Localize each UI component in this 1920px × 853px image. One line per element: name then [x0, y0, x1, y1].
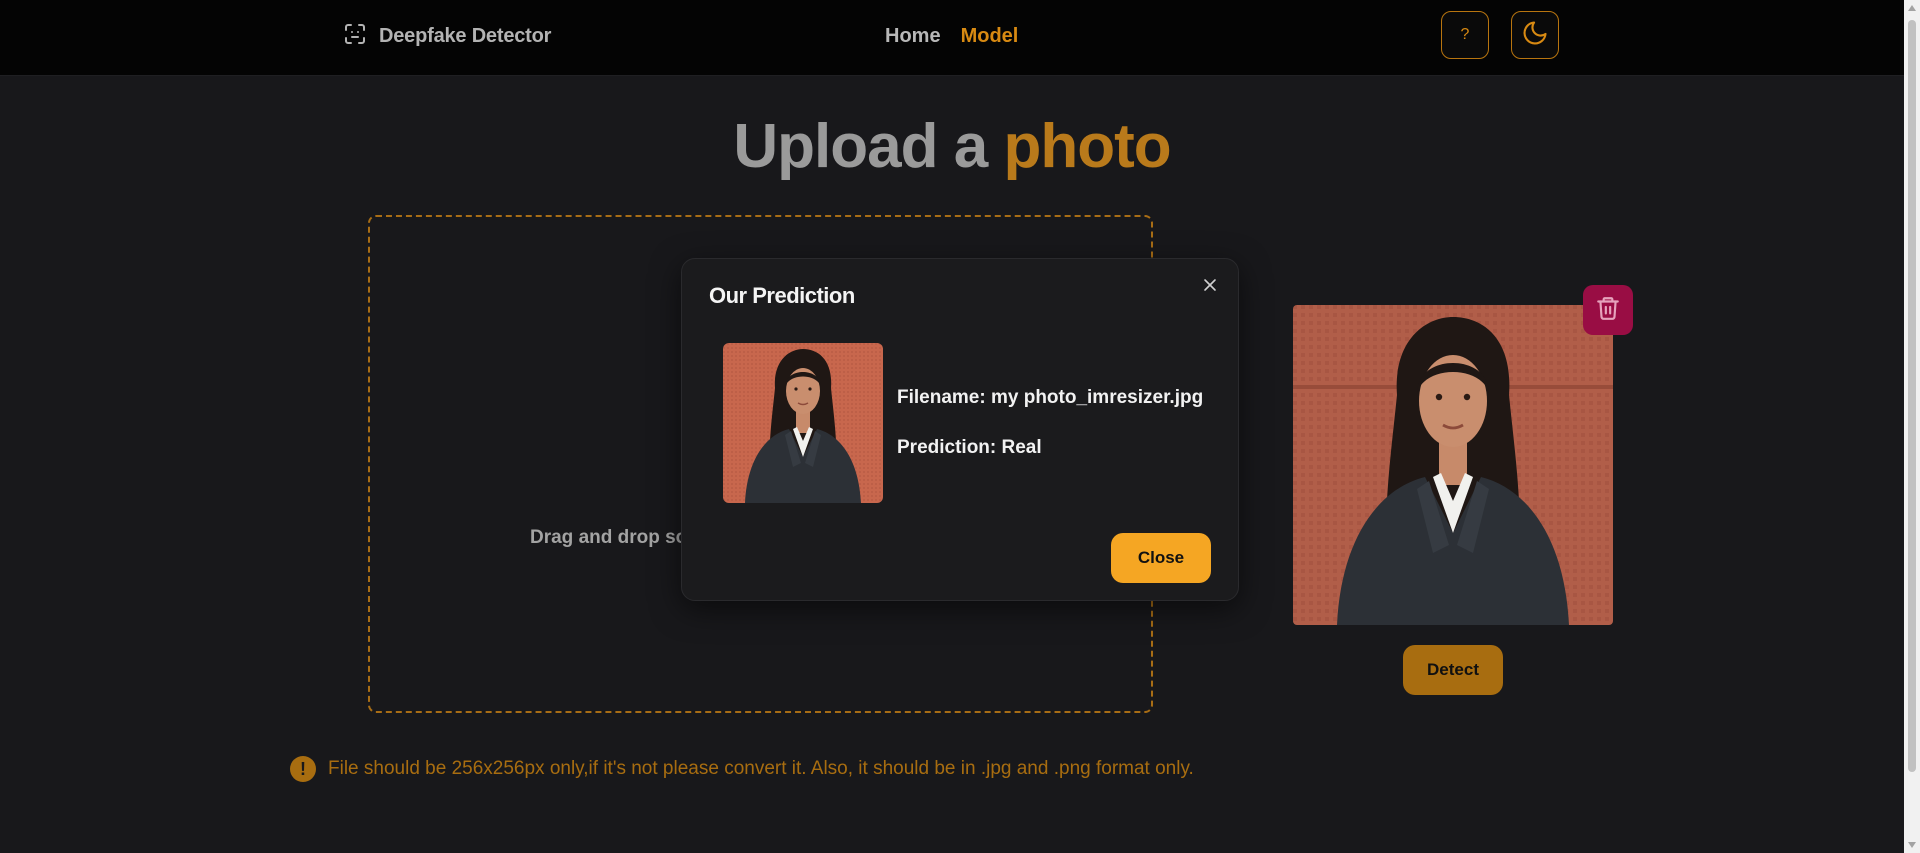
dropzone-text: Drag and drop so: [530, 527, 688, 548]
close-icon[interactable]: [1198, 273, 1222, 297]
scroll-down-arrow-icon[interactable]: [1908, 842, 1916, 848]
page-title-part1: Upload a: [733, 112, 988, 181]
theme-toggle-button[interactable]: [1511, 11, 1559, 59]
modal-close-button[interactable]: Close: [1111, 533, 1211, 583]
nav-link-home[interactable]: Home: [885, 25, 941, 48]
prediction-filename: Filename: my photo_imresizer.jpg: [897, 387, 1204, 408]
help-button[interactable]: ?: [1441, 11, 1489, 59]
uploaded-photo-preview: [1293, 305, 1613, 625]
prediction-modal: Our Prediction Filename: my photo_imresi…: [681, 258, 1239, 601]
brand[interactable]: Deepfake Detector: [343, 22, 551, 50]
prediction-result: Prediction: Real: [897, 437, 1042, 458]
modal-title: Our Prediction: [709, 283, 855, 308]
page-title-part2: photo: [1003, 112, 1171, 181]
detect-button[interactable]: Detect: [1403, 645, 1503, 695]
page-scrollbar[interactable]: [1904, 0, 1920, 853]
nav-links: Home Model: [885, 22, 1018, 50]
modal-close-label: Close: [1137, 548, 1185, 567]
moon-icon: [1521, 19, 1549, 52]
warning-text: File should be 256x256px only,if it's no…: [328, 758, 1194, 779]
help-label: ?: [1460, 26, 1470, 43]
face-scan-icon: [343, 22, 367, 51]
warning-icon: !: [290, 756, 316, 782]
trash-icon: [1595, 295, 1621, 326]
delete-photo-button[interactable]: [1583, 285, 1633, 335]
format-warning: ! File should be 256x256px only,if it's …: [290, 756, 1194, 782]
navbar: Deepfake Detector Home Model ?: [0, 0, 1904, 76]
scrollbar-thumb[interactable]: [1908, 20, 1916, 772]
nav-link-model[interactable]: Model: [961, 25, 1019, 48]
detect-button-label: Detect: [1427, 660, 1479, 679]
page-title: Upload a photo: [0, 108, 1904, 186]
brand-name: Deepfake Detector: [379, 24, 552, 47]
scroll-up-arrow-icon[interactable]: [1908, 5, 1916, 11]
prediction-thumbnail: [723, 343, 883, 503]
